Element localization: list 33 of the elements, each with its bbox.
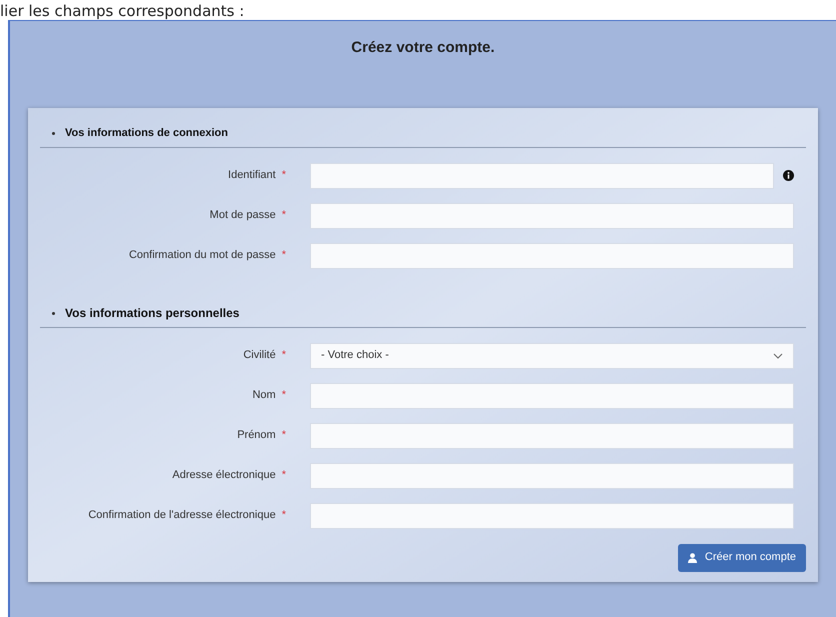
required-mark: * [282, 348, 286, 364]
field-label: Identifiant [228, 168, 276, 184]
required-mark: * [282, 388, 286, 404]
input-field[interactable] [310, 462, 794, 488]
field-label: Confirmation du mot de passe [128, 248, 276, 264]
chevron-down-icon [773, 352, 783, 358]
bullet-icon [52, 132, 55, 134]
required-mark: * [282, 468, 286, 484]
field-label: Civilité [243, 348, 276, 364]
required-mark: * [282, 508, 286, 524]
field-label: Prénom [237, 428, 276, 444]
field-label: Nom [252, 388, 276, 404]
bullet-icon [52, 312, 55, 314]
required-mark: * [282, 248, 286, 264]
input-field[interactable] [310, 382, 794, 408]
section-title: Vos informations personnelles [65, 305, 240, 322]
required-mark: * [282, 168, 286, 184]
field-label: Mot de passe [210, 208, 276, 224]
field-label: Confirmation de l'adresse électronique [88, 508, 276, 524]
required-mark: * [282, 428, 286, 444]
create-account-button[interactable]: Créer mon compte [678, 544, 806, 572]
document-text: lier les champs correspondants : [0, 2, 244, 20]
select-field[interactable]: - Votre choix - [310, 342, 794, 368]
input-field[interactable] [310, 422, 794, 448]
input-field[interactable] [310, 242, 794, 268]
field-label: Adresse électronique [172, 468, 276, 484]
page-title: Créez votre compte. [351, 38, 495, 58]
input-field[interactable] [310, 202, 794, 228]
input-field[interactable] [310, 502, 794, 528]
user-icon [688, 552, 697, 562]
input-field[interactable] [310, 162, 774, 188]
required-mark: * [282, 208, 286, 224]
section-title: Vos informations de connexion [65, 126, 228, 141]
